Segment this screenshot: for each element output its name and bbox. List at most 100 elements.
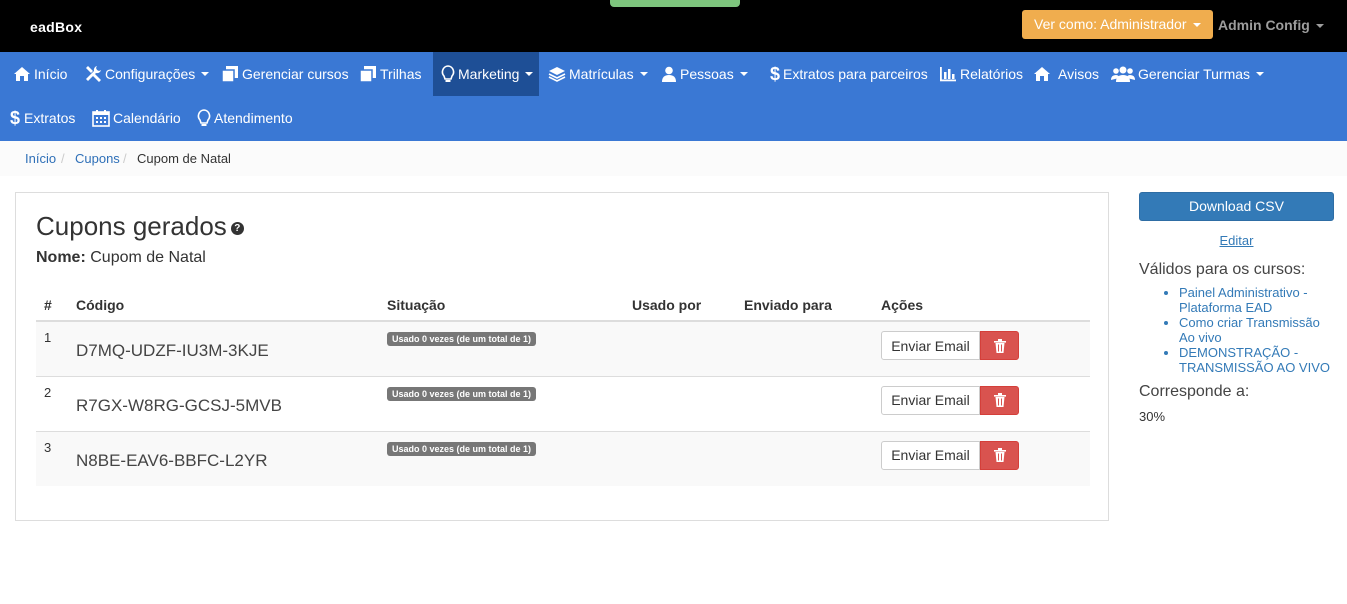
valid-courses-label: Válidos para os cursos: bbox=[1139, 261, 1306, 278]
nav-item-relatorios[interactable]: Relatórios bbox=[939, 52, 1023, 96]
view-as-label: Ver como: Administrador bbox=[1034, 16, 1187, 32]
cell-status: Usado 0 vezes (de um total de 1) bbox=[379, 320, 624, 376]
breadcrumb-current: Cupom de Natal bbox=[137, 151, 231, 166]
coupon-code: N8BE-EAV6-BBFC-L2YR bbox=[76, 450, 268, 470]
nav-label: Trilhas bbox=[380, 66, 422, 82]
question-circle-icon[interactable]: ? bbox=[230, 221, 244, 235]
table-row: 2 R7GX-W8RG-GCSJ-5MVB Usado 0 vezes (de … bbox=[36, 375, 1090, 431]
nav-item-configuracoes[interactable]: Configurações bbox=[84, 52, 210, 96]
trash-icon bbox=[993, 338, 1006, 353]
coupons-table: # Código Situação Usado por Enviado para… bbox=[36, 289, 1090, 486]
header-enviado-para: Enviado para bbox=[736, 289, 873, 322]
breadcrumb-separator: / bbox=[61, 151, 65, 166]
table-row: 1 D7MQ-UDZF-IU3M-3KJE Usado 0 vezes (de … bbox=[36, 320, 1090, 376]
nav-label: Atendimento bbox=[214, 110, 293, 126]
cell-sent-to bbox=[736, 320, 873, 376]
nav-item-extratos[interactable]: $ Extratos bbox=[10, 96, 75, 140]
cell-used-by bbox=[624, 320, 736, 376]
caret-down-icon bbox=[1315, 24, 1324, 29]
page-title-text: Cupons gerados bbox=[36, 211, 227, 241]
course-link[interactable]: Como criar Transmissão Ao vivo bbox=[1179, 315, 1334, 345]
nav-item-marketing[interactable]: Marketing bbox=[433, 52, 539, 96]
cell-sent-to bbox=[736, 430, 873, 486]
coupon-name-value: Cupom de Natal bbox=[90, 249, 206, 266]
breadcrumb-inicio[interactable]: Início bbox=[25, 151, 56, 166]
caret-down-icon bbox=[525, 72, 534, 76]
nav-item-matriculas[interactable]: Matrículas bbox=[548, 52, 648, 96]
nav-label: Marketing bbox=[458, 66, 520, 82]
send-email-button[interactable]: Enviar Email bbox=[881, 440, 980, 470]
send-email-button[interactable]: Enviar Email bbox=[881, 331, 980, 360]
table-header-row: # Código Situação Usado por Enviado para… bbox=[36, 289, 1090, 322]
course-link[interactable]: DEMONSTRAÇÃO - TRANSMISSÃO AO VIVO bbox=[1179, 345, 1334, 375]
nav-item-gerenciar-turmas[interactable]: Gerenciar Turmas bbox=[1111, 52, 1265, 96]
nav-label: Extratos para parceiros bbox=[783, 66, 928, 82]
delete-button[interactable] bbox=[980, 331, 1019, 360]
nav-item-atendimento[interactable]: Atendimento bbox=[197, 96, 293, 140]
cell-status: Usado 0 vezes (de um total de 1) bbox=[379, 375, 624, 431]
header-num: # bbox=[36, 289, 68, 322]
coupons-panel: Cupons gerados? Nome: Cupom de Natal # C… bbox=[15, 192, 1109, 521]
header-codigo: Código bbox=[68, 289, 379, 322]
nav-label: Relatórios bbox=[960, 66, 1024, 82]
users-icon bbox=[1111, 66, 1135, 82]
status-badge: Usado 0 vezes (de um total de 1) bbox=[387, 441, 537, 456]
nav-label: Gerenciar cursos bbox=[242, 66, 349, 82]
coupon-name-label: Nome: bbox=[36, 249, 86, 266]
cell-actions: Enviar Email bbox=[873, 320, 1090, 376]
breadcrumb: Início / Cupons / Cupom de Natal bbox=[0, 141, 1347, 176]
header-situacao: Situação bbox=[379, 289, 624, 322]
delete-button[interactable] bbox=[980, 440, 1019, 470]
nav-label: Início bbox=[34, 66, 68, 82]
view-as-dropdown[interactable]: Ver como: Administrador bbox=[1022, 10, 1213, 39]
dollar-icon: $ bbox=[10, 107, 21, 128]
nav-item-pessoas[interactable]: Pessoas bbox=[661, 52, 748, 96]
send-email-button[interactable]: Enviar Email bbox=[881, 385, 980, 415]
tools-icon bbox=[86, 66, 101, 82]
nav-item-extratos-parceiros[interactable]: $ Extratos para parceiros bbox=[770, 52, 928, 96]
nav-item-trilhas[interactable]: Trilhas bbox=[359, 52, 422, 96]
lightbulb-icon bbox=[197, 109, 211, 126]
nav-item-inicio[interactable]: Início bbox=[13, 52, 67, 96]
breadcrumb-separator: / bbox=[123, 151, 127, 166]
coupon-name: Nome: Cupom de Natal bbox=[36, 249, 206, 267]
nav-item-calendario[interactable]: Calendário bbox=[92, 96, 181, 140]
notification-tab[interactable] bbox=[610, 0, 740, 7]
nav-label: Extratos bbox=[24, 110, 76, 126]
caret-down-icon bbox=[201, 72, 210, 76]
row-number: 2 bbox=[44, 384, 52, 400]
copy-icon bbox=[359, 66, 376, 83]
page-title: Cupons gerados? bbox=[36, 211, 244, 242]
row-number: 3 bbox=[44, 439, 52, 455]
bar-chart-icon bbox=[940, 67, 956, 82]
nav-item-gerenciar-cursos[interactable]: Gerenciar cursos bbox=[221, 52, 349, 96]
copy-icon bbox=[221, 66, 238, 83]
cell-num: 3 bbox=[36, 430, 68, 486]
user-icon bbox=[662, 66, 676, 82]
logo[interactable]: eadBox bbox=[30, 19, 82, 35]
caret-down-icon bbox=[1192, 23, 1201, 28]
edit-link[interactable]: Editar bbox=[1139, 233, 1334, 248]
row-number: 1 bbox=[44, 330, 52, 345]
breadcrumb-cupons[interactable]: Cupons bbox=[75, 151, 120, 166]
nav-label: Pessoas bbox=[680, 66, 734, 82]
download-csv-button[interactable]: Download CSV bbox=[1139, 192, 1334, 221]
cell-used-by bbox=[624, 430, 736, 486]
course-link[interactable]: Painel Administrativo - Plataforma EAD bbox=[1179, 285, 1334, 315]
layers-icon bbox=[548, 67, 566, 82]
course-list: Painel Administrativo - Plataforma EAD C… bbox=[1139, 285, 1334, 375]
nav-label: Avisos bbox=[1058, 66, 1099, 82]
cell-sent-to bbox=[736, 375, 873, 431]
dollar-icon: $ bbox=[770, 63, 781, 84]
discount-value: 30% bbox=[1139, 409, 1166, 424]
home-icon bbox=[14, 67, 30, 81]
header-acoes: Ações bbox=[873, 289, 1090, 322]
nav-item-avisos[interactable]: Avisos bbox=[1032, 52, 1099, 96]
cell-code: D7MQ-UDZF-IU3M-3KJE bbox=[68, 320, 379, 376]
admin-config-dropdown[interactable]: Admin Config bbox=[1218, 17, 1324, 33]
calendar-icon bbox=[92, 110, 110, 127]
cell-code: R7GX-W8RG-GCSJ-5MVB bbox=[68, 375, 379, 431]
cell-status: Usado 0 vezes (de um total de 1) bbox=[379, 430, 624, 486]
delete-button[interactable] bbox=[980, 385, 1019, 415]
cell-num: 1 bbox=[36, 320, 68, 376]
